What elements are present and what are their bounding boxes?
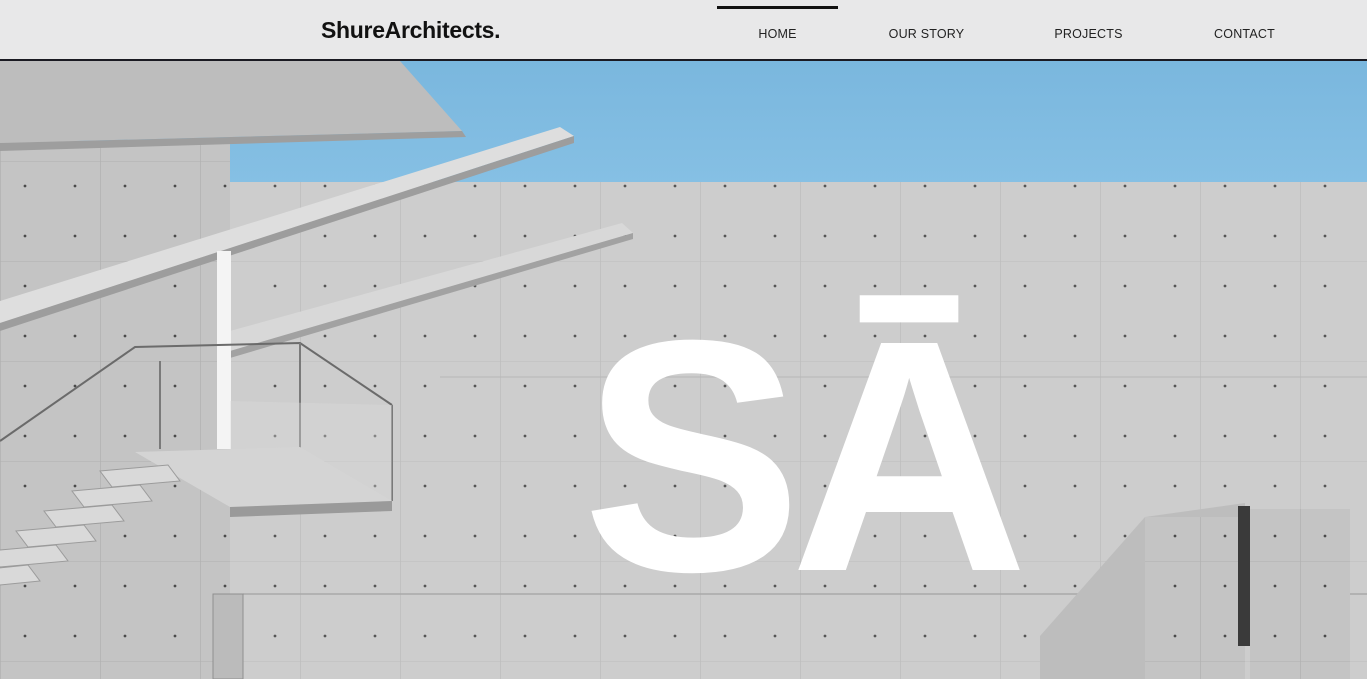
- nav-our-story[interactable]: OUR STORY: [866, 0, 987, 59]
- main-nav: HOME OUR STORY PROJECTS CONTACT: [0, 0, 1367, 59]
- hero-monogram: SĀ: [582, 271, 1028, 640]
- nav-projects-label: PROJECTS: [1054, 26, 1123, 41]
- nav-home[interactable]: HOME: [717, 0, 838, 59]
- nav-contact-label: CONTACT: [1214, 26, 1275, 41]
- nav-contact[interactable]: CONTACT: [1184, 0, 1305, 59]
- page: ShureArchitects. HOME OUR STORY PROJECTS…: [0, 0, 1367, 679]
- hero-section: SĀ: [0, 61, 1367, 679]
- nav-home-label: HOME: [758, 26, 797, 41]
- nav-our-story-label: OUR STORY: [888, 26, 965, 41]
- site-header: ShureArchitects. HOME OUR STORY PROJECTS…: [0, 0, 1367, 61]
- nav-projects[interactable]: PROJECTS: [1028, 0, 1149, 59]
